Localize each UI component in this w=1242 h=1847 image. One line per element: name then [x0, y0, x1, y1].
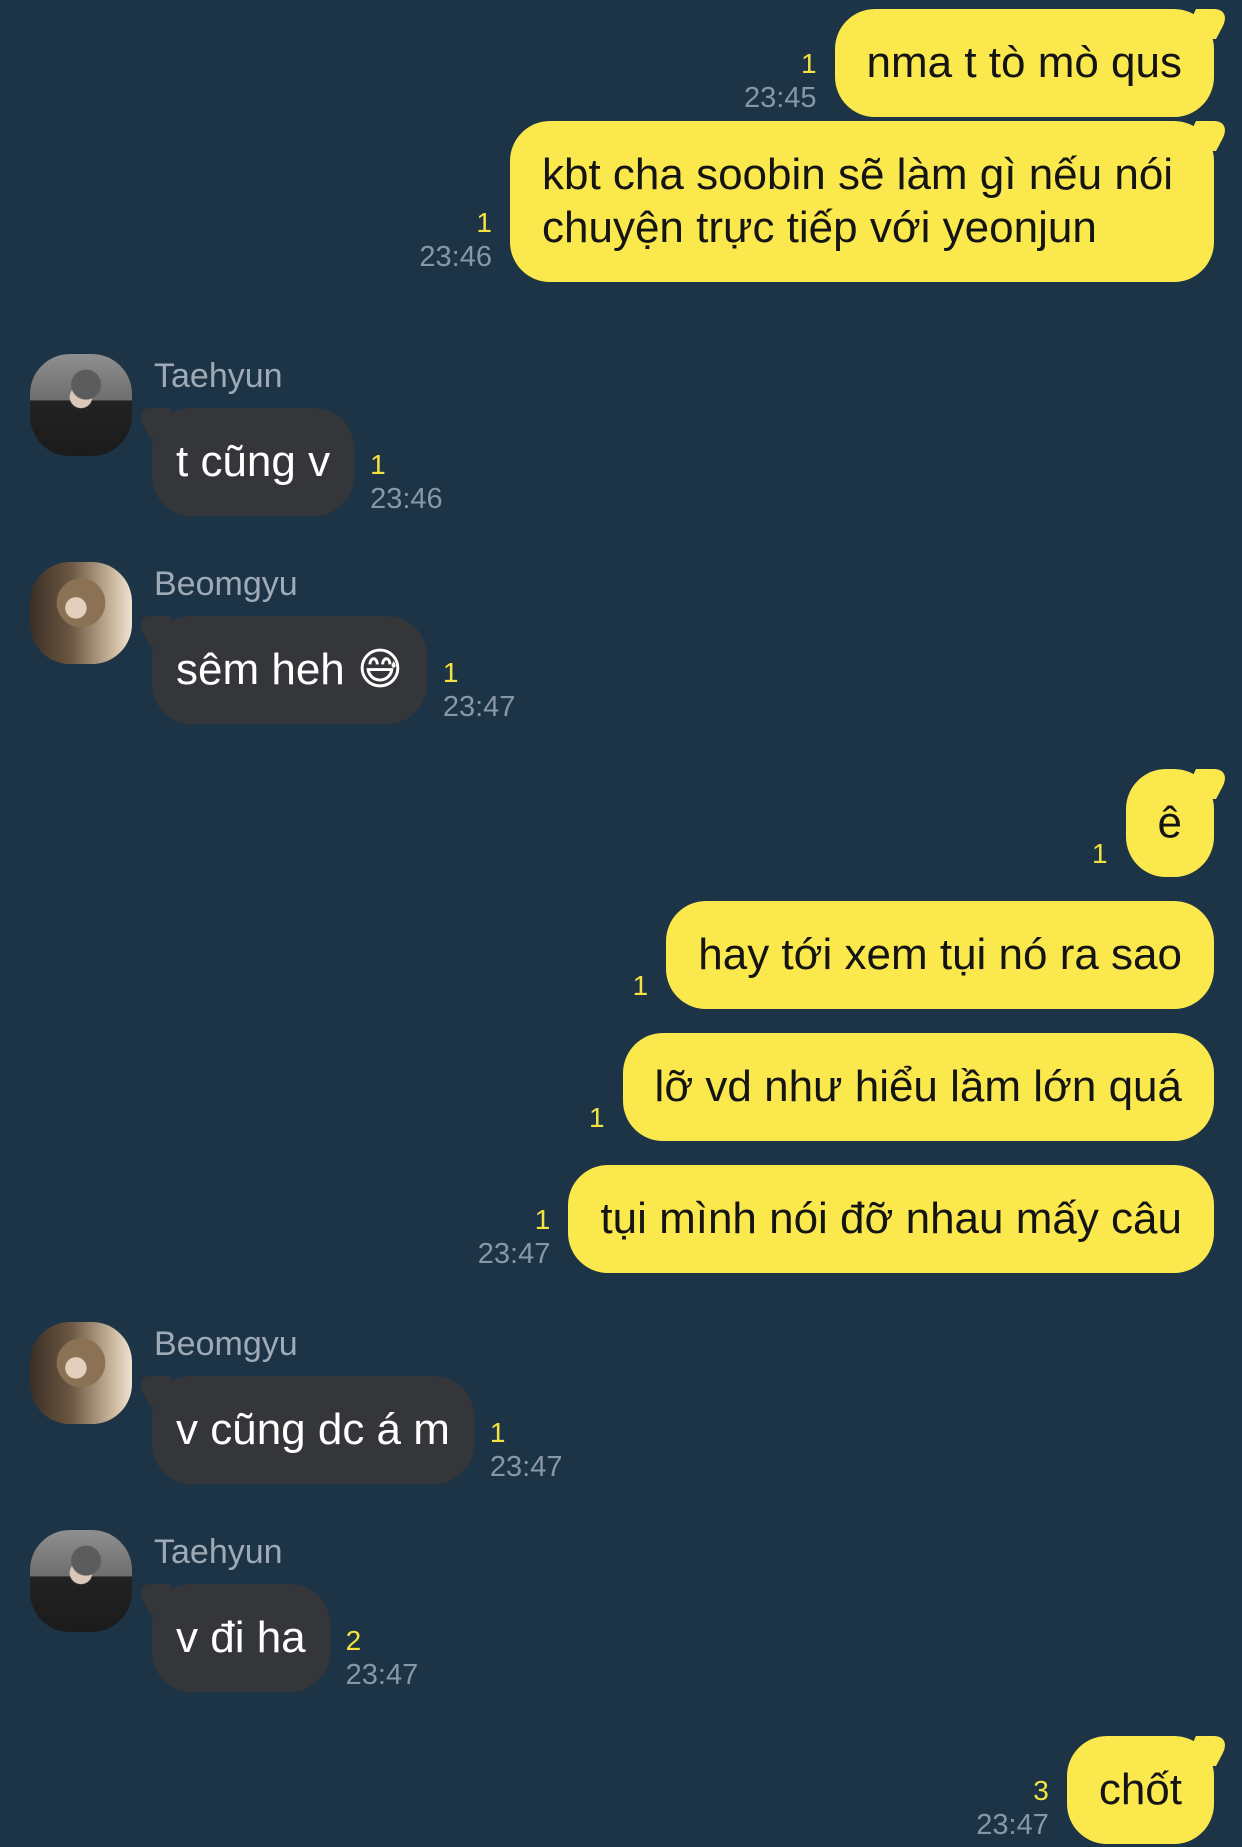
message-time: 23:46	[419, 241, 492, 273]
message-row-sent: 1 hay tới xem tụi nó ra sao	[0, 901, 1242, 1009]
message-meta: 1 23:46	[419, 206, 492, 282]
message-meta: 1 23:47	[443, 656, 516, 724]
unread-count: 1	[534, 1204, 551, 1235]
message-time: 23:45	[743, 82, 817, 114]
message-row-sent: 1 23:45 nma t tò mò qus	[0, 9, 1242, 117]
message-meta: 3 23:47	[976, 1774, 1049, 1844]
unread-count: 1	[370, 449, 386, 480]
message-row-sent: 1 lỡ vd như hiểu lầm lớn quá	[0, 1033, 1242, 1141]
unread-count: 1	[442, 657, 459, 688]
message-time: 23:47	[345, 1659, 419, 1691]
message-row-received: sêm heh 😅 1 23:47	[0, 616, 1242, 724]
sender-name: Beomgyu	[154, 1325, 298, 1363]
sent-message-bubble[interactable]: kbt cha soobin sẽ làm gì nếu nói chuyện …	[510, 121, 1214, 282]
message-row-sent: 3 23:47 chốt	[0, 1736, 1242, 1844]
message-meta: 1	[1092, 837, 1108, 877]
unread-count: 1	[476, 207, 492, 238]
message-meta: 1 23:47	[490, 1416, 563, 1484]
message-row-sent: 1 23:47 tụi mình nói đỡ nhau mấy câu	[0, 1165, 1242, 1273]
sender-name: Taehyun	[154, 357, 283, 395]
message-row-sent: 1 23:46 kbt cha soobin sẽ làm gì nếu nói…	[0, 121, 1242, 282]
message-row-sent: 1 ê	[0, 769, 1242, 877]
message-row-received: t cũng v 1 23:46	[0, 408, 1242, 516]
unread-count: 1	[1091, 838, 1108, 869]
message-time: 23:46	[370, 483, 443, 515]
sent-message-bubble[interactable]: tụi mình nói đỡ nhau mấy câu	[568, 1165, 1214, 1273]
received-message-bubble[interactable]: v cũng dc á m	[152, 1376, 474, 1484]
sent-message-bubble[interactable]: lỡ vd như hiểu lầm lớn quá	[622, 1033, 1214, 1141]
sender-name: Taehyun	[154, 1533, 283, 1571]
received-message-bubble[interactable]: v đi ha	[152, 1584, 330, 1692]
chat-message-list[interactable]: 1 23:45 nma t tò mò qus 1 23:46 kbt cha …	[0, 0, 1242, 1847]
sent-message-bubble[interactable]: nma t tò mò qus	[834, 9, 1214, 117]
sender-name: Beomgyu	[154, 565, 298, 603]
message-row-received: v cũng dc á m 1 23:47	[0, 1376, 1242, 1484]
message-meta: 1 23:47	[478, 1203, 551, 1273]
message-time: 23:47	[477, 1238, 551, 1270]
received-message-bubble[interactable]: t cũng v	[152, 408, 355, 516]
sent-message-bubble[interactable]: ê	[1125, 769, 1214, 877]
received-message-bubble[interactable]: sêm heh 😅	[152, 616, 427, 724]
message-time: 23:47	[442, 691, 516, 723]
unread-count: 1	[800, 48, 817, 79]
sent-message-bubble[interactable]: hay tới xem tụi nó ra sao	[666, 901, 1214, 1009]
message-time: 23:47	[489, 1451, 563, 1483]
message-meta: 1 23:46	[370, 448, 443, 516]
message-row-received: v đi ha 2 23:47	[0, 1584, 1242, 1692]
sent-message-bubble[interactable]: chốt	[1066, 1736, 1214, 1844]
message-meta: 1	[589, 1101, 605, 1141]
message-meta: 1 23:45	[744, 47, 817, 117]
message-time: 23:47	[976, 1809, 1049, 1841]
unread-count: 1	[588, 1102, 605, 1133]
unread-count: 1	[632, 970, 649, 1001]
unread-count: 1	[489, 1417, 506, 1448]
message-meta: 2 23:47	[346, 1624, 419, 1692]
message-meta: 1	[633, 969, 649, 1009]
unread-count: 2	[345, 1625, 362, 1656]
unread-count: 3	[1033, 1775, 1049, 1806]
